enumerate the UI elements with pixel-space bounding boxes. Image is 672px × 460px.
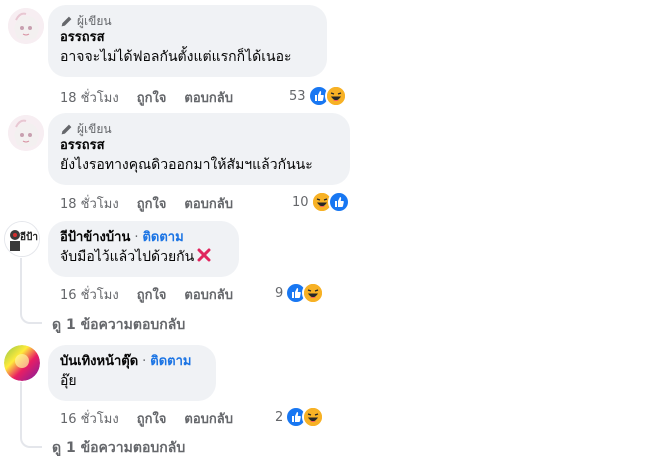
author-row: บันเทิงหน้าตุ๊ด · ติดตาม [60,353,204,371]
thread-connector [20,310,42,324]
like-button[interactable]: ถูกใจ [137,408,167,429]
comment-bubble: บันเทิงหน้าตุ๊ด · ติดตาม อุ๊ย [48,345,216,401]
cross-mark-icon [197,248,211,262]
separator-dot: · [134,230,139,245]
follow-button[interactable]: ติดตาม [150,353,191,371]
colorful-avatar-image [4,345,40,381]
thread-connector [20,434,42,448]
haha-reaction-icon [302,406,325,428]
separator-dot: · [142,354,147,369]
reply-button[interactable]: ตอบกลับ [184,193,233,214]
anime-avatar-image [8,8,44,44]
author-badge: ผู้เขียน [60,13,315,29]
comment-time[interactable]: 18 ชั่วโมง [60,87,119,108]
reaction-summary[interactable]: 10 [292,191,350,213]
avatar[interactable] [8,115,44,151]
reaction-count: 9 [275,285,284,301]
comment-time[interactable]: 16 ชั่วโมง [60,408,119,429]
like-button[interactable]: ถูกใจ [137,284,167,305]
comment-text-content: จับมือไว้แล้วไปด้วยกัน [60,249,195,265]
thread-line [20,258,22,310]
comment-bubble: ผู้เขียน อรรถรส อาจจะไม่ได้ฟอลกันตั้งแต่… [48,5,327,77]
anime-avatar-image [8,115,44,151]
reaction-summary[interactable]: 53 [289,85,347,107]
comment-actions: 18 ชั่วโมง ถูกใจ ตอบกลับ [60,87,251,108]
like-button[interactable]: ถูกใจ [137,87,167,108]
like-button[interactable]: ถูกใจ [137,193,167,214]
pencil-icon [61,124,72,134]
comment-actions: 16 ชั่วโมง ถูกใจ ตอบกลับ [60,408,251,429]
comment-text: อุ๊ย [60,373,77,389]
comment-actions: 16 ชั่วโมง ถูกใจ ตอบกลับ [60,284,251,305]
view-replies-link[interactable]: ดู 1 ข้อความตอบกลับ [52,437,185,459]
comment-text: จับมือไว้แล้วไปด้วยกัน [60,247,227,267]
avatar-logo-text: อีป้า [20,232,38,243]
comment-author[interactable]: บันเทิงหน้าตุ๊ด [60,353,138,371]
comment-author[interactable]: อรรถรส [60,29,315,47]
like-reaction-icon [327,191,350,213]
reaction-count: 53 [289,88,306,104]
reaction-count: 2 [275,409,284,425]
comment-time[interactable]: 18 ชั่วโมง [60,193,119,214]
view-replies-link[interactable]: ดู 1 ข้อความตอบกลับ [52,314,185,336]
comment-author[interactable]: อรรถรส [60,137,338,155]
author-badge: ผู้เขียน [60,121,338,137]
reply-button[interactable]: ตอบกลับ [184,87,233,108]
thread-line [20,382,22,434]
badge-label: ผู้เขียน [77,13,112,28]
author-row: อีป้าข้างบ้าน · ติดตาม [60,229,227,247]
reaction-count: 10 [292,194,309,210]
haha-reaction-icon [302,282,325,304]
follow-button[interactable]: ติดตาม [142,229,183,247]
comment-time[interactable]: 16 ชั่วโมง [60,284,119,305]
avatar[interactable] [8,8,44,44]
comment-text: อาจจะไม่ได้ฟอลกันตั้งแต่แรกก็ได้เนอะ [60,49,292,65]
reaction-summary[interactable]: 2 [275,406,325,428]
avatar[interactable] [4,345,40,381]
reply-button[interactable]: ตอบกลับ [184,284,233,305]
comment-bubble: ผู้เขียน อรรถรส ยังไงรอทางคุณดิวออกมาให้… [48,113,350,185]
comment-bubble: อีป้าข้างบ้าน · ติดตาม จับมือไว้แล้วไปด้… [48,221,239,277]
badge-label: ผู้เขียน [77,121,112,136]
haha-reaction-icon [324,85,347,107]
comment-author[interactable]: อีป้าข้างบ้าน [60,229,130,247]
reaction-summary[interactable]: 9 [275,282,325,304]
reply-button[interactable]: ตอบกลับ [184,408,233,429]
comment-text: ยังไงรอทางคุณดิวออกมาให้สัมฯแล้วกันนะ [60,157,313,173]
pencil-icon [61,16,72,26]
comment-actions: 18 ชั่วโมง ถูกใจ ตอบกลับ [60,193,251,214]
avatar[interactable]: อีป้า [4,221,40,257]
